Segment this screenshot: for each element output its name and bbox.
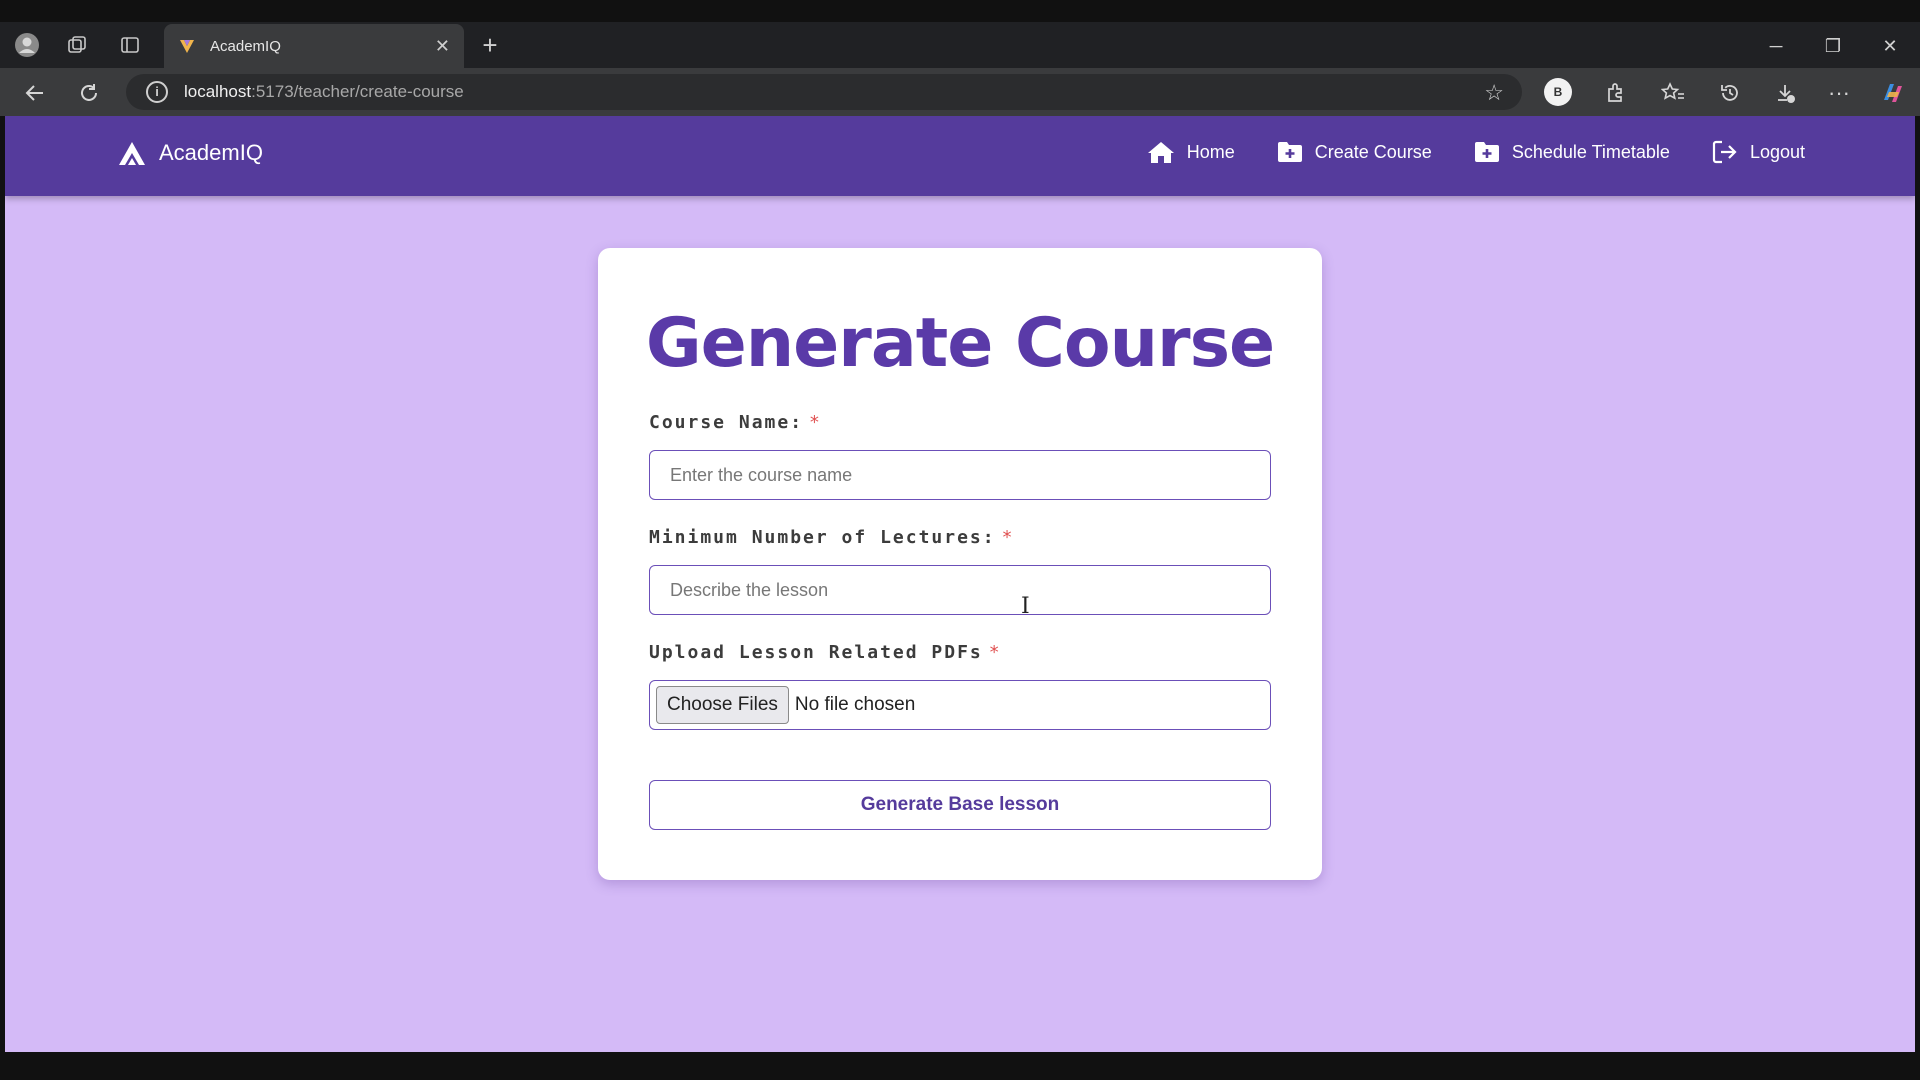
url-host: localhost	[184, 82, 252, 101]
address-bar[interactable]: i localhost:5173/teacher/create-course ☆	[126, 74, 1522, 110]
brand-name: AcademIQ	[159, 140, 263, 165]
history-icon[interactable]	[1715, 78, 1745, 108]
nav-links: Home Create Course Schedule Timetable Lo…	[1105, 140, 1805, 164]
upload-label: Upload Lesson Related PDFs *	[649, 642, 1002, 663]
brand-logo[interactable]: AcademIQ	[117, 140, 263, 166]
app-navbar: AcademIQ Home Create Course Schedule Tim…	[5, 116, 1915, 196]
favorites-icon[interactable]	[1658, 78, 1688, 108]
nav-logout[interactable]: Logout	[1712, 140, 1805, 164]
browser-tabbar: AcademIQ ✕ + ─ ❐ ✕	[0, 22, 1920, 68]
upload-label-text: Upload Lesson Related PDFs	[649, 642, 983, 663]
lectures-placeholder: Describe the lesson	[670, 579, 829, 600]
logo-icon	[119, 142, 145, 165]
favicon-icon	[180, 40, 194, 53]
site-info-icon[interactable]: i	[146, 81, 168, 103]
nav-home-label: Home	[1186, 141, 1235, 162]
course-name-input[interactable]: Enter the course name	[649, 450, 1271, 500]
page-viewport: AcademIQ Home Create Course Schedule Tim…	[5, 116, 1915, 1052]
nav-create-course-label: Create Course	[1314, 141, 1432, 162]
text-cursor-icon: I	[1021, 594, 1030, 619]
more-menu-icon[interactable]: ···	[1824, 78, 1854, 108]
profile-icon[interactable]	[12, 30, 42, 60]
url-path: :5173/teacher/create-course	[251, 82, 464, 101]
downloads-icon[interactable]	[1770, 78, 1800, 108]
lectures-input[interactable]: Describe the lesson	[649, 565, 1271, 615]
nav-schedule-timetable-label: Schedule Timetable	[1511, 141, 1670, 162]
minimize-icon[interactable]: ─	[1756, 34, 1796, 58]
copilot-icon[interactable]	[1878, 78, 1908, 108]
create-course-card: Generate Course Course Name: * Enter the …	[598, 248, 1322, 880]
favorite-star-icon[interactable]: ☆	[1484, 80, 1504, 106]
nav-home[interactable]: Home	[1147, 140, 1235, 164]
course-name-label: Course Name: *	[649, 412, 822, 433]
course-name-placeholder: Enter the course name	[670, 464, 853, 485]
required-mark: *	[809, 412, 822, 433]
back-icon[interactable]	[20, 78, 50, 108]
close-window-icon[interactable]: ✕	[1870, 34, 1910, 58]
vertical-tabs-icon[interactable]	[115, 30, 145, 60]
screen: AcademIQ ✕ + ─ ❐ ✕ i localhost:5173/teac…	[0, 0, 1920, 1080]
profile-avatar[interactable]: B	[1544, 78, 1572, 106]
logout-icon	[1712, 140, 1737, 164]
file-upload-input[interactable]: Choose Files No file chosen	[649, 680, 1271, 730]
choose-files-button[interactable]: Choose Files	[656, 686, 789, 724]
folder-plus-icon	[1474, 142, 1499, 162]
file-status: No file chosen	[794, 694, 916, 715]
reload-icon[interactable]	[74, 78, 104, 108]
new-tab-button[interactable]: +	[476, 32, 504, 60]
nav-create-course[interactable]: Create Course	[1277, 141, 1432, 163]
extensions-icon[interactable]	[1600, 78, 1630, 108]
nav-logout-label: Logout	[1749, 141, 1805, 162]
required-mark: *	[1001, 527, 1015, 548]
workspaces-icon[interactable]	[62, 30, 92, 60]
tab-title: AcademIQ	[210, 37, 281, 55]
required-mark: *	[988, 642, 1002, 663]
home-icon	[1147, 142, 1174, 163]
generate-base-lesson-button[interactable]: Generate Base lesson	[649, 780, 1271, 830]
course-name-label-text: Course Name:	[649, 412, 804, 433]
restore-icon[interactable]: ❐	[1813, 34, 1853, 58]
form-title: Generate Course	[645, 304, 1275, 383]
folder-plus-icon	[1277, 142, 1302, 162]
tab-academiq[interactable]: AcademIQ ✕	[164, 24, 464, 68]
lectures-label: Minimum Number of Lectures: *	[649, 527, 1014, 548]
close-tab-icon[interactable]: ✕	[435, 36, 450, 57]
browser-toolbar: i localhost:5173/teacher/create-course ☆…	[0, 68, 1920, 116]
lectures-label-text: Minimum Number of Lectures:	[649, 527, 996, 548]
nav-schedule-timetable[interactable]: Schedule Timetable	[1474, 141, 1670, 163]
